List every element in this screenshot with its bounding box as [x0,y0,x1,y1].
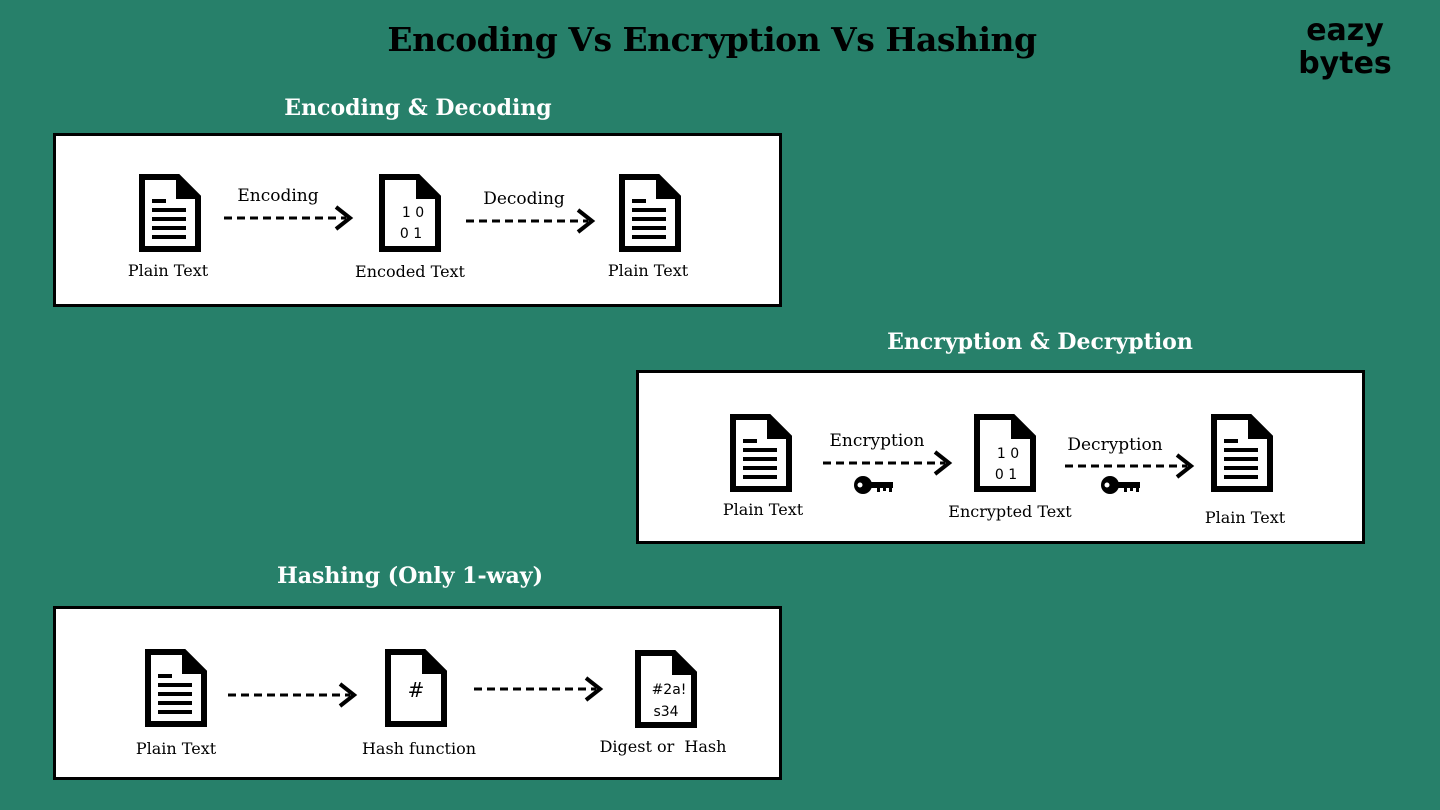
key-icon [853,474,895,496]
plain-document-icon [138,173,202,253]
logo-line-1: eazy [1306,13,1384,48]
plain-text-caption: Plain Text [127,261,209,280]
encrypted-binary-line-1: 1 0 [996,446,1020,462]
plain-text-caption: Plain Text [607,261,689,280]
encrypted-binary-line-2: 0 1 [994,467,1018,483]
hashing-arrow [472,674,606,704]
encoding-arrow [222,203,356,233]
key-icon [1100,474,1142,496]
digest-line-2: s34 [653,704,679,720]
plain-document-icon [1210,413,1274,493]
hashing-arrow [226,680,360,710]
plain-document-icon [144,648,208,728]
digest-caption: Digest or Hash [599,737,727,756]
encoding-panel: Plain Text Encoding 1 0 0 1 Encoded Text… [53,133,782,307]
hash-function-caption: Hash function [361,739,477,758]
encoded-binary-line-2: 0 1 [399,226,423,242]
hashing-section-title: Hashing (Only 1-way) [276,563,543,589]
encoding-section-title: Encoding & Decoding [284,95,552,121]
logo-line-2: bytes [1298,46,1392,81]
encryption-section-title: Encryption & Decryption [887,329,1193,355]
hash-symbol: # [407,678,425,702]
plain-text-caption: Plain Text [1204,508,1286,527]
encoded-binary-line-1: 1 0 [401,205,425,221]
encoded-text-caption: Encoded Text [355,262,465,281]
plain-text-caption: Plain Text [135,739,217,758]
encryption-panel: Plain Text Encryption 1 0 0 1 Encrypted … [636,370,1365,544]
page-title: Encoding Vs Encryption Vs Hashing [387,20,1037,59]
plain-text-caption: Plain Text [722,500,804,519]
digest-line-1: #2a! [651,682,687,698]
decoding-arrow [464,206,598,236]
plain-document-icon [729,413,793,493]
encrypted-text-caption: Encrypted Text [948,502,1072,521]
logo: eazy bytes [1295,14,1395,80]
plain-document-icon [618,173,682,253]
hashing-panel: Plain Text # Hash function #2a! s34 Dige… [53,606,782,780]
